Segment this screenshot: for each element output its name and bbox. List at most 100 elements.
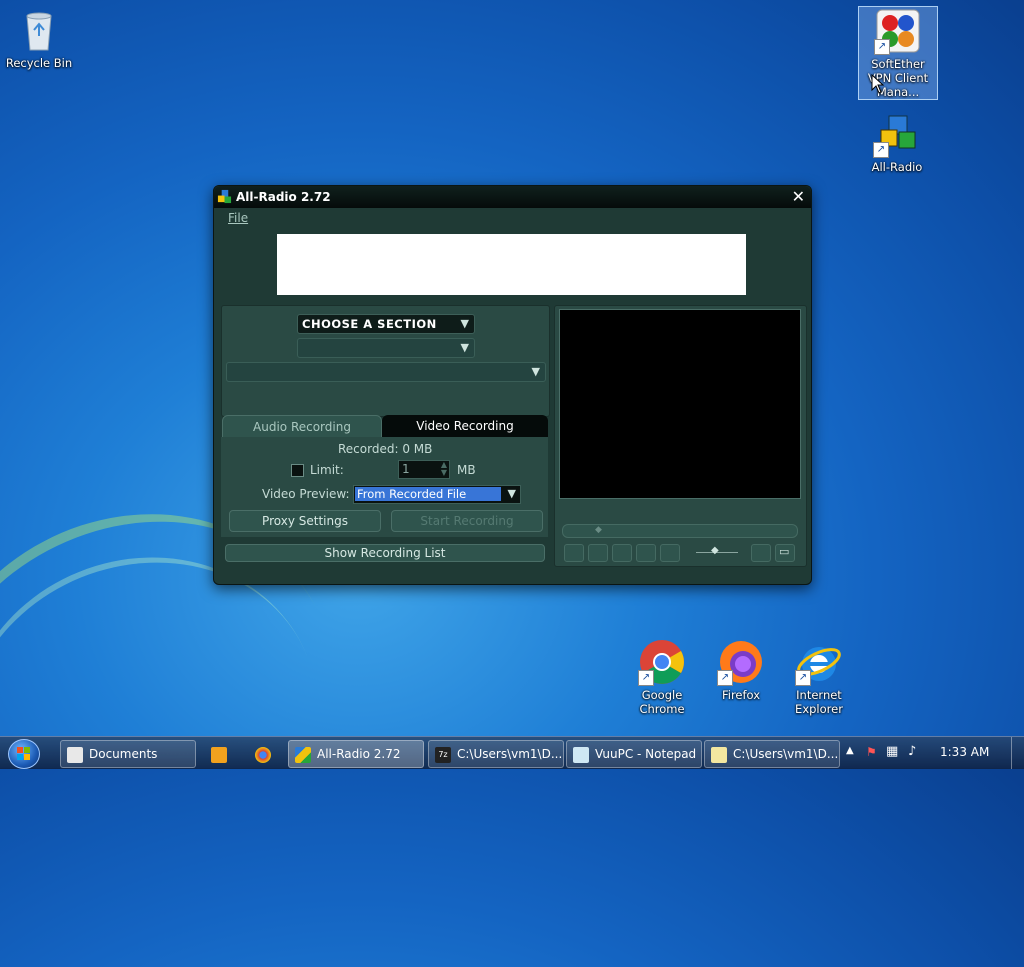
pause-button[interactable] xyxy=(588,544,608,562)
chevron-down-icon: ▼ xyxy=(507,487,516,500)
mouse-cursor-icon xyxy=(871,74,885,94)
close-icon[interactable]: ✕ xyxy=(792,187,805,206)
shortcut-arrow-icon: ↗ xyxy=(717,670,733,686)
all-radio-desktop-icon[interactable]: ↗ All-Radio xyxy=(858,110,936,174)
open-folder-button[interactable]: ▭ xyxy=(775,544,795,562)
chevron-down-icon: ▼ xyxy=(531,365,540,378)
taskbar-item-label: Documents xyxy=(89,747,158,761)
fullscreen-button[interactable] xyxy=(751,544,771,562)
section-dropdown[interactable]: CHOOSE A SECTION ▼ xyxy=(297,314,475,334)
show-recording-list-button[interactable]: Show Recording List xyxy=(225,544,545,562)
start-recording-button[interactable]: Start Recording xyxy=(391,510,543,532)
stop-button[interactable] xyxy=(612,544,632,562)
radio-display-screen xyxy=(277,234,746,295)
limit-input-value: 1 xyxy=(402,462,410,476)
taskbar: Documents All-Radio 2.72 7z C:\Users\vm1\… xyxy=(0,736,1024,769)
volume-icon[interactable]: ♪ xyxy=(908,744,916,759)
all-radio-icon: ↗ xyxy=(873,110,921,158)
desktop-icon-label: Google Chrome xyxy=(639,688,685,716)
recycle-bin-icon xyxy=(15,6,63,54)
firefox-desktop-icon[interactable]: ↗ Firefox xyxy=(702,638,780,702)
taskbar-item-7zip[interactable]: 7z C:\Users\vm1\D... xyxy=(428,740,564,768)
taskbar-item-documents[interactable]: Documents xyxy=(60,740,196,768)
taskbar-item-explorer-path[interactable]: C:\Users\vm1\D... xyxy=(704,740,840,768)
next-button[interactable] xyxy=(660,544,680,562)
station-dropdown[interactable]: ▼ xyxy=(226,362,546,382)
internet-explorer-icon: ↗ xyxy=(795,638,843,686)
window-title: All-Radio 2.72 xyxy=(236,190,331,204)
subsection-dropdown[interactable]: ▼ xyxy=(297,338,475,358)
desktop-icon-label: All-Radio xyxy=(871,160,923,174)
chevron-down-icon: ▼ xyxy=(460,317,469,330)
desktop-icon-label: Recycle Bin xyxy=(5,56,73,70)
limit-input[interactable]: 1 ▲ ▼ xyxy=(398,460,450,479)
shortcut-arrow-icon: ↗ xyxy=(795,670,811,686)
action-center-flag-icon[interactable]: ⚑ xyxy=(866,745,877,759)
chrome-icon: ↗ xyxy=(638,638,686,686)
all-radio-app-icon xyxy=(217,189,232,204)
limit-checkbox[interactable] xyxy=(291,464,304,477)
taskbar-item-label: VuuPC - Notepad xyxy=(595,747,697,761)
show-hidden-icons-chevron-icon[interactable]: ▲ xyxy=(846,745,854,756)
internet-explorer-desktop-icon[interactable]: ↗ Internet Explorer xyxy=(780,638,858,716)
shortcut-arrow-icon: ↗ xyxy=(874,39,890,55)
media-player-icon xyxy=(211,746,227,763)
taskbar-item-chrome[interactable] xyxy=(244,740,282,768)
seek-thumb-icon[interactable]: ◆ xyxy=(595,525,602,535)
menu-file[interactable]: File xyxy=(228,211,248,225)
recycle-bin-desktop-icon[interactable]: Recycle Bin xyxy=(0,6,78,70)
limit-label: Limit: xyxy=(310,463,344,477)
shortcut-arrow-icon: ↗ xyxy=(638,670,654,686)
taskbar-item-label: C:\Users\vm1\D... xyxy=(457,747,563,761)
chevron-down-icon: ▼ xyxy=(460,341,469,354)
proxy-settings-button[interactable]: Proxy Settings xyxy=(229,510,381,532)
video-seek-bar[interactable]: ◆ xyxy=(562,524,798,538)
taskbar-item-all-radio[interactable]: All-Radio 2.72 xyxy=(288,740,424,768)
shortcut-arrow-icon: ↗ xyxy=(873,142,889,158)
start-button[interactable] xyxy=(8,739,40,769)
taskbar-item-media-player[interactable] xyxy=(200,740,238,768)
clock[interactable]: 1:33 AM xyxy=(940,745,989,759)
tab-video-recording[interactable]: Video Recording xyxy=(382,415,548,437)
section-panel: CHOOSE A SECTION ▼ ▼ ▼ xyxy=(221,305,550,417)
7zip-icon: 7z xyxy=(435,746,451,763)
softether-vpn-desktop-icon[interactable]: ↗ SoftEther VPN Client Mana... xyxy=(858,6,938,100)
notepad-icon xyxy=(573,746,589,763)
recorded-size-text: Recorded: 0 MB xyxy=(338,442,433,456)
video-preview-screen xyxy=(559,309,801,499)
spinner-arrows-icon[interactable]: ▲ ▼ xyxy=(441,461,447,477)
section-dropdown-value: CHOOSE A SECTION xyxy=(302,317,437,331)
button-label: Start Recording xyxy=(420,514,514,528)
tab-label: Video Recording xyxy=(416,419,514,433)
button-label: Proxy Settings xyxy=(262,514,348,528)
recording-tabs: Audio Recording Video Recording xyxy=(222,415,549,439)
windows-logo-icon xyxy=(17,747,30,760)
desktop-icon-label: Internet Explorer xyxy=(795,688,843,716)
limit-unit: MB xyxy=(457,463,476,477)
tab-audio-recording[interactable]: Audio Recording xyxy=(222,415,382,439)
volume-thumb-icon[interactable]: ◆ xyxy=(711,545,719,556)
chrome-desktop-icon[interactable]: ↗ Google Chrome xyxy=(623,638,701,716)
taskbar-item-label: C:\Users\vm1\D... xyxy=(733,747,839,761)
taskbar-item-notepad[interactable]: VuuPC - Notepad xyxy=(566,740,702,768)
show-desktop-button[interactable] xyxy=(1011,737,1024,769)
network-icon[interactable]: ▦ xyxy=(886,744,898,759)
all-radio-icon xyxy=(295,746,311,763)
softether-vpn-icon: ↗ xyxy=(874,7,922,55)
video-preview-label: Video Preview: xyxy=(262,487,350,501)
menu-bar: File xyxy=(214,208,811,228)
all-radio-window: All-Radio 2.72 ✕ File CHOOSE A SECTION ▼… xyxy=(213,185,812,585)
recording-panel: Recorded: 0 MB Limit: 1 ▲ ▼ MB Video Prev… xyxy=(221,437,548,537)
play-button[interactable] xyxy=(564,544,584,562)
video-preview-select[interactable]: From Recorded File ▼ xyxy=(353,485,521,504)
chrome-icon xyxy=(255,746,271,763)
tab-label: Audio Recording xyxy=(253,420,351,434)
document-icon xyxy=(67,746,83,763)
button-label: Show Recording List xyxy=(324,546,446,560)
taskbar-item-label: All-Radio 2.72 xyxy=(317,747,401,761)
notepad-icon xyxy=(711,746,727,763)
video-preview-value: From Recorded File xyxy=(355,487,501,501)
window-titlebar[interactable]: All-Radio 2.72 ✕ xyxy=(214,186,811,208)
firefox-icon: ↗ xyxy=(717,638,765,686)
previous-button[interactable] xyxy=(636,544,656,562)
